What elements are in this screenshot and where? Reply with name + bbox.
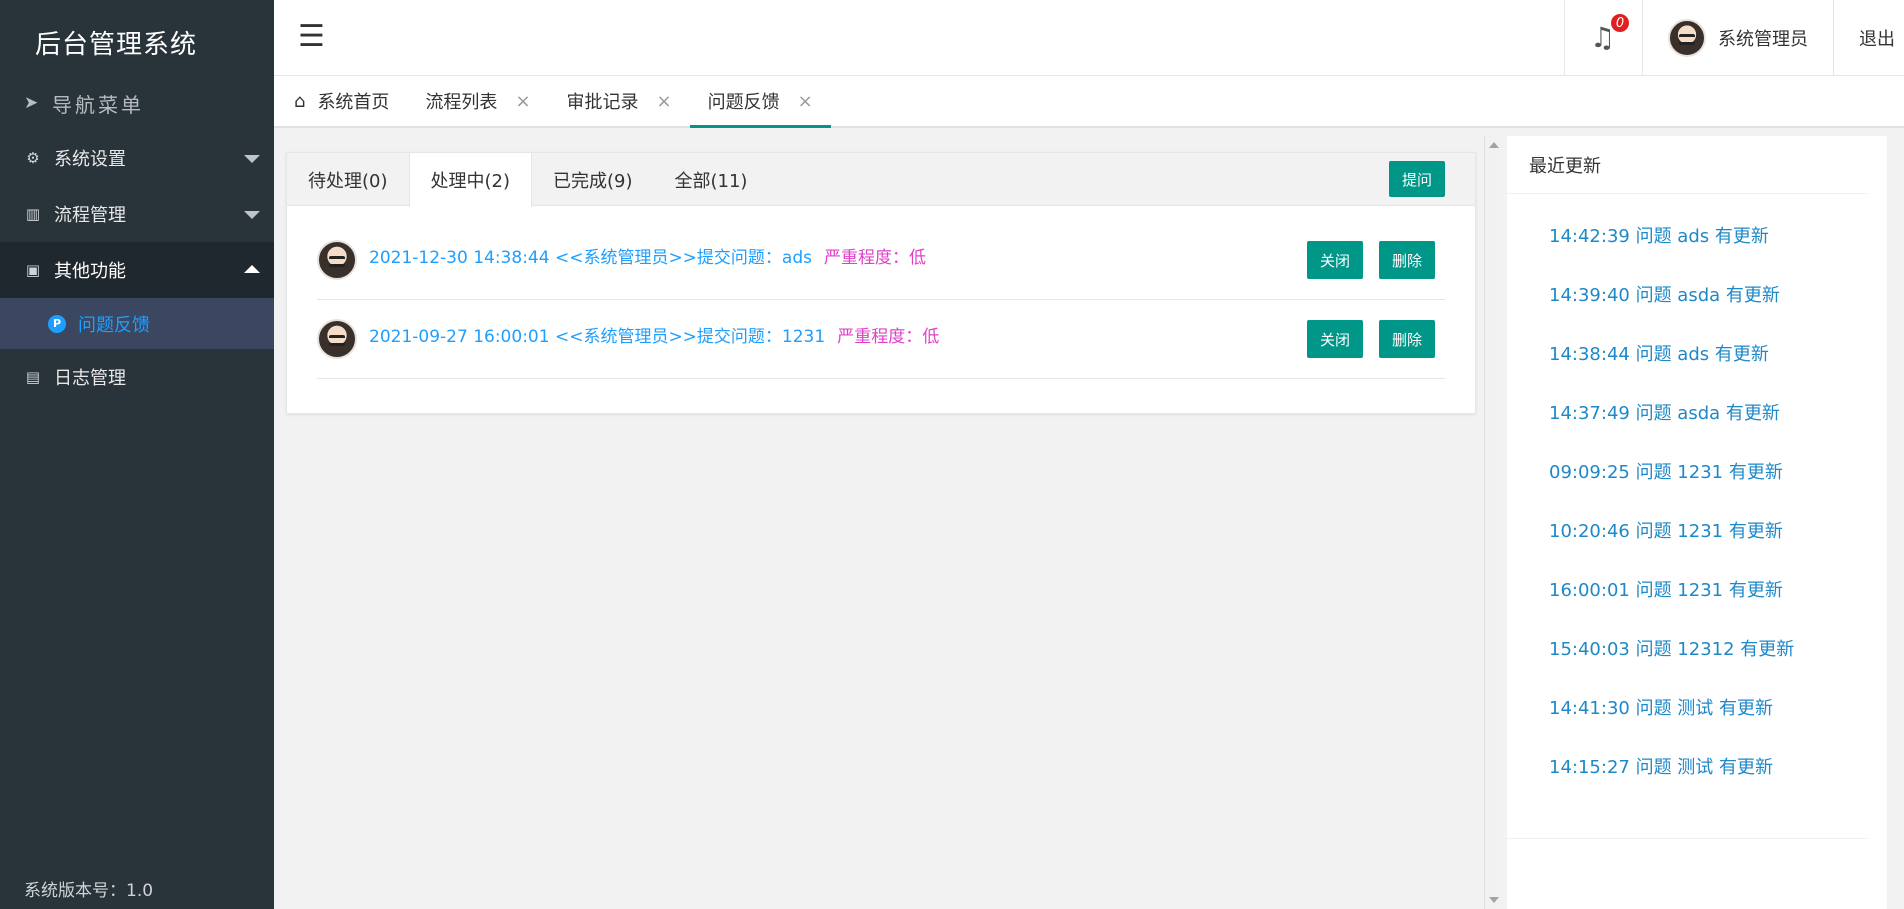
app-title: 后台管理系统 bbox=[35, 29, 198, 60]
issue-row: 2021-12-30 14:38:44 <<系统管理员>>提交问题：ads 严重… bbox=[317, 221, 1445, 300]
recent-updates-panel: 最近更新 14:42:39 问题 ads 有更新 14:39:40 问题 asd… bbox=[1507, 136, 1887, 909]
sidebar-item-label: 日志管理 bbox=[54, 368, 126, 389]
tab-process-list[interactable]: 流程列表 × bbox=[407, 76, 548, 126]
status-tabs: 待处理(0) 处理中(2) 已完成(9) 全部(11) 提问 bbox=[287, 153, 1475, 207]
page-tabs: ⌂ 系统首页 流程列表 × 审批记录 × 问题反馈 × bbox=[274, 76, 1904, 128]
sidebar-subitem-label: 问题反馈 bbox=[78, 314, 150, 336]
update-item[interactable]: 15:40:03 问题 12312 有更新 bbox=[1549, 635, 1887, 694]
menu-toggle-icon[interactable]: ☰ bbox=[298, 22, 325, 52]
notification-badge: 0 bbox=[1611, 14, 1629, 32]
tab-completed[interactable]: 已完成(9) bbox=[532, 153, 654, 206]
close-issue-button[interactable]: 关闭 bbox=[1307, 241, 1363, 279]
update-item[interactable]: 14:42:39 问题 ads 有更新 bbox=[1549, 222, 1887, 281]
issue-link[interactable]: 2021-09-27 16:00:01 <<系统管理员>>提交问题：1231 bbox=[369, 322, 825, 347]
home-icon: ⌂ bbox=[294, 90, 306, 112]
briefcase-icon: ▣ bbox=[25, 261, 41, 279]
tab-label: 流程列表 bbox=[425, 92, 498, 113]
navigation-arrow-icon: ➤ bbox=[24, 93, 42, 113]
avatar bbox=[317, 240, 357, 280]
sidebar-subitem-feedback[interactable]: P 问题反馈 bbox=[0, 298, 274, 349]
update-item[interactable]: 14:37:49 问题 asda 有更新 bbox=[1549, 399, 1887, 458]
chevron-down-icon bbox=[244, 155, 260, 163]
sidebar-item-log-management[interactable]: ▤ 日志管理 bbox=[0, 349, 274, 405]
tab-all[interactable]: 全部(11) bbox=[654, 153, 769, 206]
recent-updates-list: 14:42:39 问题 ads 有更新 14:39:40 问题 asda 有更新… bbox=[1507, 194, 1887, 812]
tab-label: 系统首页 bbox=[317, 92, 390, 113]
severity-label: 严重程度：低 bbox=[824, 247, 926, 268]
book-icon: ▤ bbox=[25, 368, 41, 386]
sidebar-item-label: 系统设置 bbox=[54, 149, 126, 170]
sidebar-item-system-settings[interactable]: ⚙ 系统设置 bbox=[0, 130, 274, 186]
close-issue-button[interactable]: 关闭 bbox=[1307, 320, 1363, 358]
nav-menu-header: ➤ 导航菜单 bbox=[0, 84, 274, 122]
issue-row: 2021-09-27 16:00:01 <<系统管理员>>提交问题：1231 严… bbox=[317, 300, 1445, 379]
notifications-button[interactable]: ♫ 0 bbox=[1564, 0, 1642, 76]
barcode-icon: ▥ bbox=[25, 205, 41, 223]
update-item[interactable]: 10:20:46 问题 1231 有更新 bbox=[1549, 517, 1887, 576]
close-icon[interactable]: × bbox=[515, 91, 530, 112]
gear-icon: ⚙ bbox=[26, 149, 40, 167]
chevron-down-icon bbox=[244, 211, 260, 219]
update-item[interactable]: 09:09:25 问题 1231 有更新 bbox=[1549, 458, 1887, 517]
severity-label: 严重程度：低 bbox=[837, 326, 940, 347]
close-icon[interactable]: × bbox=[798, 91, 813, 112]
p-circle-icon: P bbox=[48, 314, 66, 333]
issue-list: 2021-12-30 14:38:44 <<系统管理员>>提交问题：ads 严重… bbox=[287, 221, 1475, 379]
logout-label: 退出 bbox=[1859, 29, 1895, 50]
header-actions: ♫ 0 系统管理员 退出 bbox=[1564, 0, 1904, 76]
issue-link[interactable]: 2021-12-30 14:38:44 <<系统管理员>>提交问题：ads bbox=[369, 243, 812, 268]
update-item[interactable]: 16:00:01 问题 1231 有更新 bbox=[1549, 576, 1887, 635]
version-text: 系统版本号：1.0 bbox=[24, 881, 154, 901]
sidebar: 后台管理系统 ➤ 导航菜单 ⚙ 系统设置 ▥ 流程管理 ▣ 其他功能 P 问题反… bbox=[0, 0, 274, 909]
scroll-up-arrow-icon[interactable] bbox=[1489, 142, 1499, 148]
tab-feedback[interactable]: 问题反馈 × bbox=[689, 76, 831, 128]
update-item[interactable]: 14:15:27 问题 测试 有更新 bbox=[1549, 753, 1887, 812]
row-actions: 关闭 删除 bbox=[1307, 241, 1435, 279]
update-item[interactable]: 14:39:40 问题 asda 有更新 bbox=[1549, 281, 1887, 340]
update-item[interactable]: 14:38:44 问题 ads 有更新 bbox=[1549, 340, 1887, 399]
avatar bbox=[1668, 19, 1706, 57]
sidebar-item-process-management[interactable]: ▥ 流程管理 bbox=[0, 186, 274, 242]
chevron-up-icon bbox=[244, 265, 260, 273]
vertical-scrollbar[interactable] bbox=[1484, 136, 1502, 909]
tab-processing[interactable]: 处理中(2) bbox=[408, 153, 532, 207]
logout-button[interactable]: 退出 bbox=[1833, 0, 1904, 76]
user-menu[interactable]: 系统管理员 bbox=[1642, 0, 1833, 76]
divider bbox=[1507, 838, 1867, 839]
delete-issue-button[interactable]: 删除 bbox=[1379, 241, 1435, 279]
tab-home[interactable]: ⌂ 系统首页 bbox=[294, 76, 407, 126]
avatar bbox=[317, 319, 357, 359]
sidebar-item-label: 其他功能 bbox=[54, 261, 126, 282]
nav-menu-header-label: 导航菜单 bbox=[52, 92, 144, 117]
close-icon[interactable]: × bbox=[657, 91, 672, 112]
ask-question-button[interactable]: 提问 bbox=[1389, 161, 1445, 197]
row-actions: 关闭 删除 bbox=[1307, 320, 1435, 358]
username-label: 系统管理员 bbox=[1718, 29, 1808, 50]
sidebar-item-label: 流程管理 bbox=[54, 205, 126, 226]
tab-label: 问题反馈 bbox=[707, 92, 780, 113]
feedback-panel: 待处理(0) 处理中(2) 已完成(9) 全部(11) 提问 2021-12-3… bbox=[286, 152, 1476, 414]
update-item[interactable]: 14:41:30 问题 测试 有更新 bbox=[1549, 694, 1887, 753]
recent-updates-title: 最近更新 bbox=[1507, 136, 1867, 194]
tab-label: 审批记录 bbox=[566, 92, 639, 113]
delete-issue-button[interactable]: 删除 bbox=[1379, 320, 1435, 358]
top-header: ☰ ♫ 0 系统管理员 退出 bbox=[274, 0, 1904, 76]
tab-approval-records[interactable]: 审批记录 × bbox=[549, 76, 690, 126]
bell-icon: ♫ bbox=[1590, 21, 1616, 54]
scroll-down-arrow-icon[interactable] bbox=[1489, 897, 1499, 903]
tab-pending[interactable]: 待处理(0) bbox=[287, 153, 409, 206]
sidebar-item-other-functions[interactable]: ▣ 其他功能 bbox=[0, 242, 274, 298]
